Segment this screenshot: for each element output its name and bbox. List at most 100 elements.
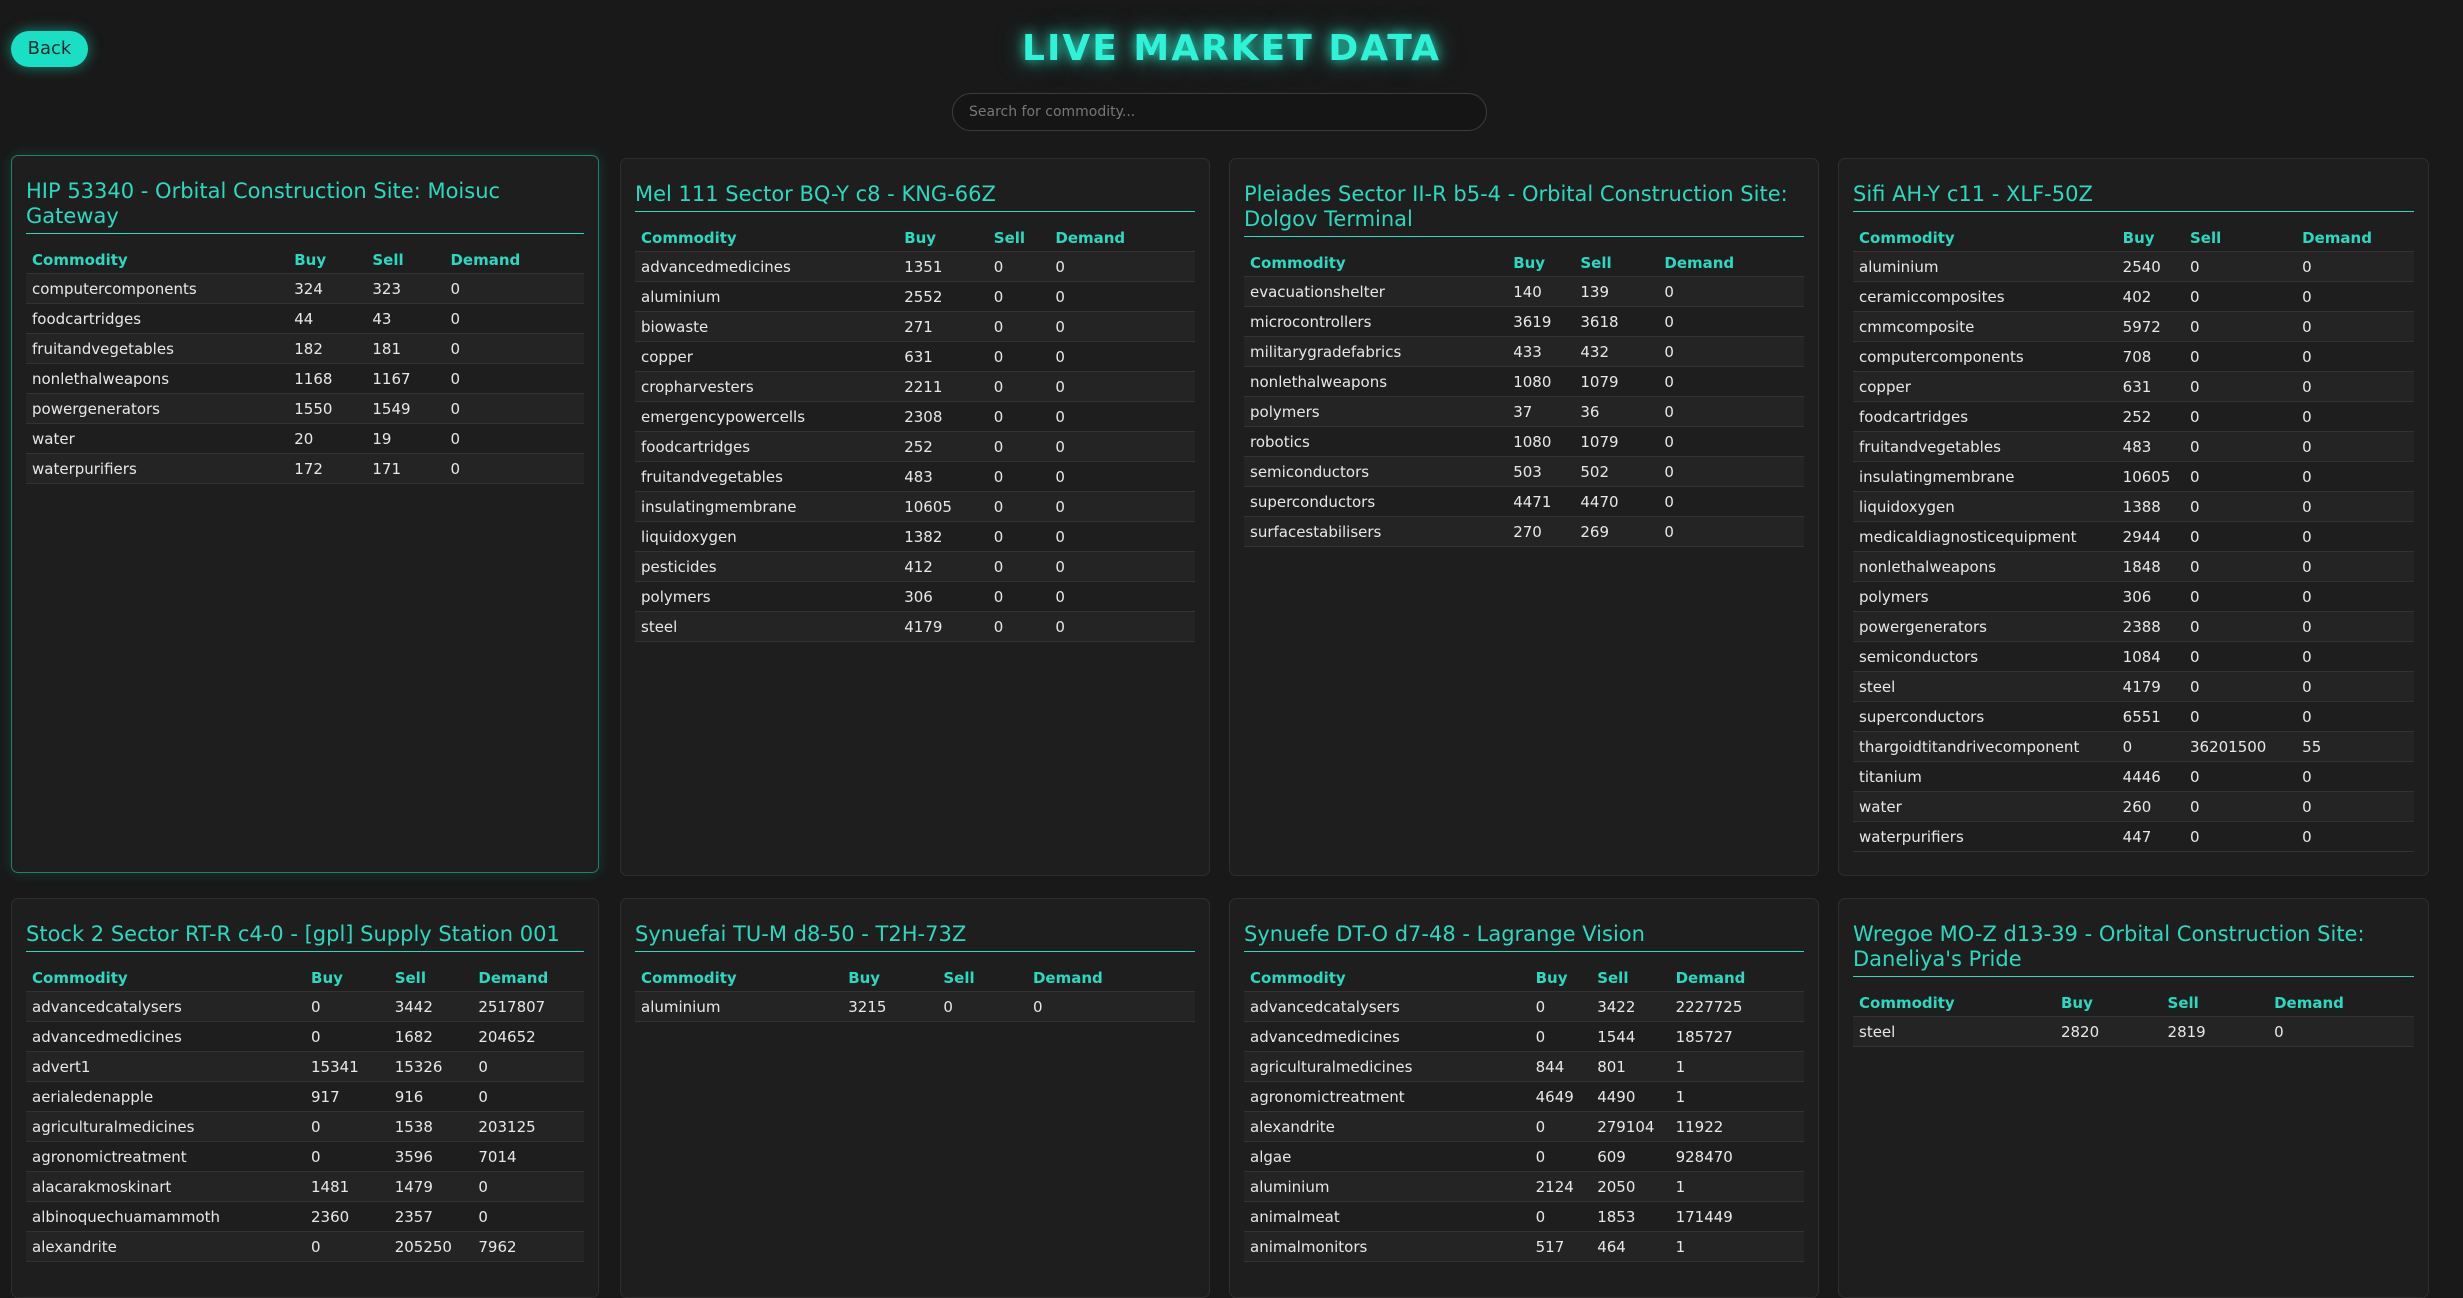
column-header-commodity: Commodity xyxy=(1250,969,1346,987)
demand-cell: 0 xyxy=(1049,281,1195,312)
demand-cell: 185727 xyxy=(1669,1021,1804,1052)
table-row: advancedmedicines 0 1682 204652 xyxy=(26,1021,584,1052)
station-title: Synuefai TU-M d8-50 - T2H-73Z xyxy=(635,922,1195,952)
buy-cell: 3215 xyxy=(842,991,938,1022)
commodity-cell: fruitandvegetables xyxy=(635,461,899,492)
sell-cell: 1079 xyxy=(1574,426,1659,457)
buy-cell: 0 xyxy=(1529,1141,1592,1172)
buy-cell: 140 xyxy=(1507,276,1575,307)
table-row: fruitandvegetables 483 0 0 xyxy=(635,461,1195,492)
column-header-demand: Demand xyxy=(1055,229,1126,247)
table-row: cropharvesters 2211 0 0 xyxy=(635,371,1195,402)
column-header-buy: Buy xyxy=(848,969,881,987)
demand-cell: 0 xyxy=(1658,426,1804,457)
demand-cell: 0 xyxy=(2296,401,2414,432)
buy-cell: 10605 xyxy=(898,491,988,522)
commodity-cell: superconductors xyxy=(1853,701,2117,732)
column-header-demand: Demand xyxy=(1664,254,1735,272)
buy-cell: 306 xyxy=(898,581,988,612)
buy-cell: 2388 xyxy=(2116,611,2184,642)
buy-cell: 844 xyxy=(1529,1051,1592,1082)
demand-cell: 0 xyxy=(1049,401,1195,432)
commodity-cell: advancedcatalysers xyxy=(1244,991,1530,1022)
commodity-cell: steel xyxy=(635,611,899,642)
demand-cell: 11922 xyxy=(1669,1111,1804,1142)
demand-cell: 0 xyxy=(444,363,584,394)
market-table: Commodity Buy Sell Demand advancedcatalysers… xyxy=(1244,965,1804,1262)
table-row: foodcartridges 44 43 0 xyxy=(26,303,584,334)
buy-cell: 172 xyxy=(288,453,367,484)
commodity-cell: aerialedenapple xyxy=(26,1081,306,1112)
table-row: advancedcatalysers 0 3422 2227725 xyxy=(1244,991,1804,1022)
buy-cell: 0 xyxy=(305,1141,389,1172)
column-header-buy: Buy xyxy=(311,969,343,987)
sell-cell: 0 xyxy=(987,521,1050,552)
table-row: aluminium 2552 0 0 xyxy=(635,281,1195,312)
sell-cell: 0 xyxy=(2183,491,2297,522)
sell-cell: 3596 xyxy=(388,1141,473,1172)
column-header-buy: Buy xyxy=(2060,994,2093,1012)
buy-cell: 0 xyxy=(305,1231,389,1262)
commodity-cell: aluminium xyxy=(635,281,899,312)
sell-cell: 0 xyxy=(987,251,1050,282)
demand-cell: 1 xyxy=(1669,1051,1804,1082)
commodity-cell: surfacestabilisers xyxy=(1244,516,1508,547)
table-row: robotics 1080 1079 0 xyxy=(1244,426,1804,457)
table-row: water 260 0 0 xyxy=(1853,791,2414,822)
sell-cell: 1549 xyxy=(366,393,445,424)
sell-cell: 0 xyxy=(2183,791,2297,822)
table-row: ceramiccomposites 402 0 0 xyxy=(1853,281,2414,312)
commodity-cell: animalmeat xyxy=(1244,1201,1530,1232)
column-header-commodity: Commodity xyxy=(641,229,737,247)
table-row: militarygradefabrics 433 432 0 xyxy=(1244,336,1804,367)
search-input[interactable] xyxy=(952,93,1487,131)
sell-cell: 4490 xyxy=(1591,1081,1670,1112)
table-row: surfacestabilisers 270 269 0 xyxy=(1244,516,1804,547)
table-row: foodcartridges 252 0 0 xyxy=(635,431,1195,462)
commodity-cell: nonlethalweapons xyxy=(1853,551,2117,582)
commodity-cell: copper xyxy=(635,341,899,372)
table-row: pesticides 412 0 0 xyxy=(635,551,1195,582)
commodity-cell: evacuationshelter xyxy=(1244,276,1508,307)
commodity-cell: superconductors xyxy=(1244,486,1508,517)
sell-cell: 432 xyxy=(1574,336,1659,367)
demand-cell: 0 xyxy=(1049,341,1195,372)
column-header-commodity: Commodity xyxy=(1859,994,1955,1012)
demand-cell: 0 xyxy=(2296,761,2414,792)
demand-cell: 7014 xyxy=(472,1141,584,1172)
commodity-cell: water xyxy=(1853,791,2117,822)
demand-cell: 2517807 xyxy=(472,991,584,1022)
sell-cell: 0 xyxy=(2183,251,2297,282)
commodity-cell: nonlethalweapons xyxy=(1244,366,1508,397)
sell-cell: 205250 xyxy=(388,1231,473,1262)
column-header-demand: Demand xyxy=(2274,994,2344,1012)
sell-cell: 0 xyxy=(987,281,1050,312)
commodity-cell: waterpurifiers xyxy=(1853,821,2117,852)
demand-cell: 0 xyxy=(1026,991,1195,1022)
demand-cell: 0 xyxy=(2296,641,2414,672)
buy-cell: 4179 xyxy=(898,611,988,642)
commodity-cell: alexandrite xyxy=(26,1231,306,1262)
table-row: insulatingmembrane 10605 0 0 xyxy=(635,491,1195,522)
demand-cell: 0 xyxy=(1049,491,1195,522)
demand-cell: 0 xyxy=(2296,461,2414,492)
commodity-cell: medicaldiagnosticequipment xyxy=(1853,521,2117,552)
table-row: agronomictreatment 0 3596 7014 xyxy=(26,1141,584,1172)
buy-cell: 1080 xyxy=(1507,366,1575,397)
table-row: liquidoxygen 1382 0 0 xyxy=(635,521,1195,552)
buy-cell: 2360 xyxy=(305,1201,389,1232)
station-panel: Synuefe DT-O d7-48 - Lagrange Vision Comm… xyxy=(1229,898,1819,1298)
sell-cell: 0 xyxy=(2183,641,2297,672)
commodity-cell: algae xyxy=(1244,1141,1530,1172)
demand-cell: 0 xyxy=(2296,521,2414,552)
table-row: albinoquechuamammoth 2360 2357 0 xyxy=(26,1201,584,1232)
commodity-cell: polymers xyxy=(1853,581,2117,612)
sell-cell: 43 xyxy=(366,303,445,334)
buy-cell: 1481 xyxy=(305,1171,389,1202)
station-title: Pleiades Sector II-R b5-4 - Orbital Cons… xyxy=(1244,182,1804,237)
commodity-cell: semiconductors xyxy=(1853,641,2117,672)
commodity-cell: semiconductors xyxy=(1244,456,1508,487)
sell-cell: 19 xyxy=(366,423,445,454)
table-header-row: Commodity Buy Sell Demand xyxy=(635,965,1195,992)
commodity-cell: agronomictreatment xyxy=(26,1141,306,1172)
